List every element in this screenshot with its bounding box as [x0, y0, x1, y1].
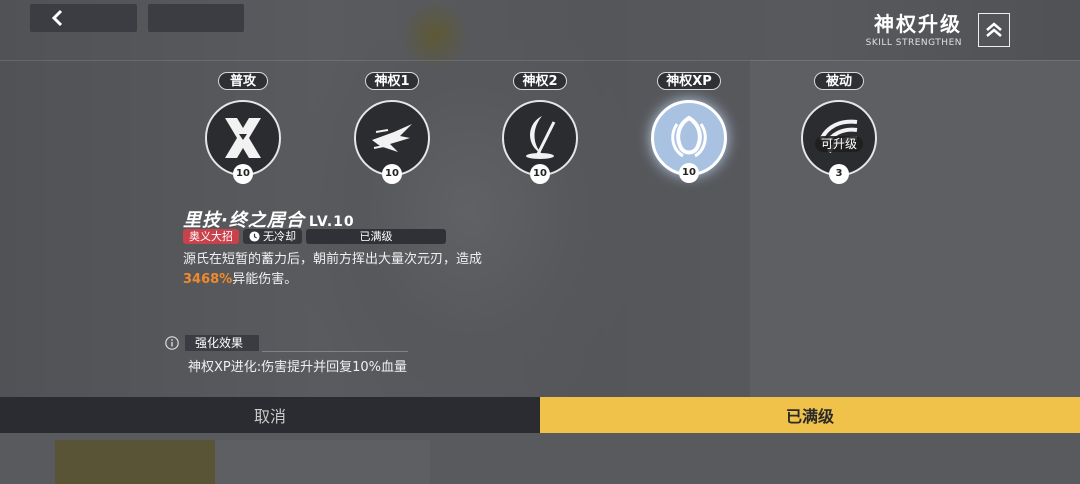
double-chevron-up-icon: [986, 22, 1002, 37]
enhancement-divider: [262, 351, 408, 352]
skill-name-text: 里技·终之居合: [183, 210, 305, 231]
dash-strike-icon: [372, 124, 412, 152]
collapse-button[interactable]: [978, 13, 1010, 47]
cancel-button[interactable]: 取消: [0, 397, 540, 433]
skill-label: 神权1: [365, 72, 419, 90]
skill-label: 普攻: [218, 72, 268, 90]
action-bar: 取消 已满级: [0, 397, 1080, 433]
skill-level-badge: 10: [679, 163, 699, 183]
skill-level-badge: 10: [233, 164, 253, 184]
skill-label: 被动: [814, 72, 864, 90]
spiral-slash-icon: [671, 115, 707, 158]
skill-basic-attack[interactable]: 普攻 10: [198, 70, 288, 184]
skill-passive[interactable]: 被动 可升级 3: [794, 70, 884, 184]
crossed-blades-icon: [225, 118, 261, 158]
page-title-text: 神权升级: [874, 12, 962, 36]
enhancement-header: 强化效果: [165, 335, 259, 351]
skill-level-text: LV.10: [308, 214, 355, 230]
skill-level-badge: 10: [530, 164, 550, 184]
top-secondary-button[interactable]: [148, 4, 244, 32]
enhancement-text: 神权XP进化:伤害提升并回复10%血量: [188, 360, 408, 375]
skill-level-badge: 3: [829, 164, 849, 184]
page-title: 神权升级 SKILL STRENGTHEN: [866, 12, 962, 48]
skill-divine-2[interactable]: 神权2 10: [495, 70, 585, 184]
desc-highlight: 3468%: [183, 272, 233, 287]
skill-icon-frame-selected: 10: [651, 100, 727, 183]
desc-prefix: 源氏在短暂的蓄力后，朝前方挥出大量次元刃，造成: [183, 252, 483, 267]
chevron-left-icon: [51, 9, 63, 27]
skill-description: 源氏在短暂的蓄力后，朝前方挥出大量次元刃，造成 3468%异能伤害。: [183, 250, 543, 290]
skill-divine-xp[interactable]: 神权XP 10: [644, 70, 734, 183]
skill-icon-frame: 10: [502, 100, 578, 184]
skill-label: 神权XP: [657, 72, 721, 90]
info-icon: [165, 336, 179, 350]
skill-icon-frame: 10: [205, 100, 281, 184]
back-button[interactable]: [30, 4, 137, 32]
skill-tags: 奥义大招 无冷却 已满级: [183, 229, 446, 244]
skill-label: 神权2: [513, 72, 567, 90]
tag-max-level: 已满级: [306, 229, 446, 244]
tag-ultimate: 奥义大招: [183, 229, 239, 244]
clock-icon: [249, 231, 260, 242]
skill-icon-frame: 10: [354, 100, 430, 184]
page-subtitle: SKILL STRENGTHEN: [865, 38, 962, 48]
crescent-slash-icon: [526, 116, 556, 159]
tag-cooldown: 无冷却: [243, 229, 302, 244]
skill-level-badge: 10: [382, 164, 402, 184]
max-level-button[interactable]: 已满级: [540, 397, 1080, 433]
enhancement-label: 强化效果: [185, 335, 259, 351]
desc-suffix: 异能伤害。: [232, 272, 298, 287]
tag-cooldown-text: 无冷却: [263, 230, 296, 243]
skill-icon-frame: 可升级 3: [801, 100, 877, 184]
header-divider: [0, 60, 1080, 61]
upgradable-badge: 可升级: [814, 136, 864, 152]
skill-divine-1[interactable]: 神权1 10: [347, 70, 437, 184]
